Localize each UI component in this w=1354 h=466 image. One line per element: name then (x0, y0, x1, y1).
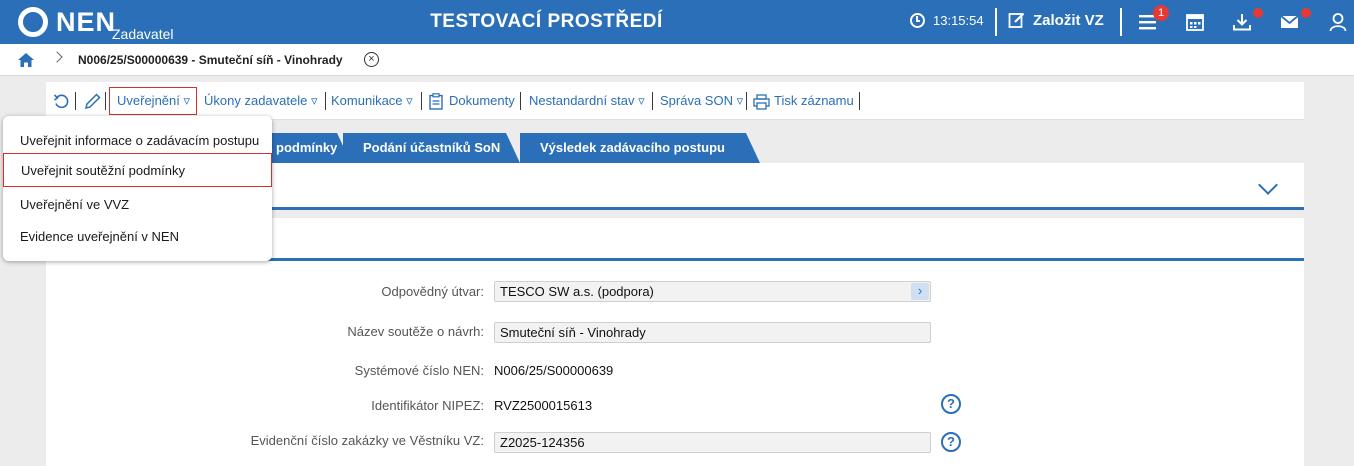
create-tender-label: Založit VZ (1033, 11, 1104, 29)
menu-item-vvz-publication[interactable]: Uveřejnění ve VVZ (3, 188, 272, 222)
divider (995, 8, 997, 36)
session-clock: 13:15:54 (910, 13, 984, 28)
unit-field[interactable]: TESCO SW a.s. (podpora) (494, 281, 931, 302)
user-icon[interactable] (1328, 12, 1350, 32)
menu-documents[interactable]: Dokumenty (449, 93, 515, 108)
field-label-unit: Odpovědný útvar: (381, 284, 484, 299)
lookup-button[interactable]: › (911, 283, 929, 300)
divider (75, 92, 76, 110)
clock-icon (910, 13, 925, 28)
clock-time: 13:15:54 (933, 13, 984, 28)
menu-item-nen-publication-records[interactable]: Evidence uveřejnění v NEN (3, 220, 272, 254)
tab-submissions[interactable]: Podání účastníků SoN (343, 133, 520, 163)
menu-print-record[interactable]: Tisk záznamu (774, 93, 854, 108)
clipboard-icon (429, 93, 443, 110)
divider (652, 92, 653, 110)
edit-icon (1008, 12, 1025, 28)
printer-icon (753, 94, 770, 110)
chevron-right-icon (51, 51, 63, 63)
divider (859, 92, 860, 110)
field-label-system-no: Systémové číslo NEN: (354, 363, 484, 378)
divider (105, 92, 106, 110)
calendar-icon[interactable] (1185, 12, 1207, 32)
divider (325, 92, 326, 110)
mail-icon[interactable] (1280, 12, 1302, 32)
download-alert-dot (1253, 8, 1263, 18)
breadcrumb-title[interactable]: N006/25/S00000639 - Smuteční síň - Vinoh… (78, 53, 343, 67)
menu-publication[interactable]: Uveřejnění ▿ (109, 87, 198, 115)
action-toolbar: Uveřejnění ▿ Úkony zadavatele ▿ Komunika… (46, 82, 1304, 120)
menu-communication[interactable]: Komunikace ▿ (331, 93, 413, 109)
breadcrumb: N006/25/S00000639 - Smuteční síň - Vinoh… (0, 44, 1354, 76)
download-icon[interactable] (1232, 12, 1254, 32)
field-label-nipez: Identifikátor NIPEZ: (371, 398, 484, 413)
notification-badge: 1 (1153, 5, 1169, 21)
tab-procedure-result[interactable]: Výsledek zadávacího postupu (520, 133, 760, 163)
tab-label: podmínky (276, 140, 338, 155)
divider (746, 92, 747, 110)
field-label-vvz: Evidenční číslo zakázky ve Věstníku VZ: (250, 433, 484, 448)
nipez-value: RVZ2500015613 (494, 398, 593, 413)
system-number-value: N006/25/S00000639 (494, 363, 614, 378)
mail-alert-dot (1301, 8, 1311, 18)
help-icon[interactable]: ? (941, 394, 961, 414)
menu-item-publish-tender-conditions[interactable]: Uveřejnit soutěžní podmínky (3, 153, 272, 187)
pencil-icon[interactable] (84, 93, 101, 110)
divider (421, 92, 422, 110)
contest-name-field[interactable]: Smuteční síň - Vinohrady (494, 322, 931, 343)
vvz-number-field[interactable]: Z2025-124356 (494, 432, 931, 453)
menu-contracting-actions[interactable]: Úkony zadavatele ▿ (204, 93, 317, 109)
menu-son-management[interactable]: Správa SON ▿ (660, 93, 743, 109)
help-icon[interactable]: ? (941, 432, 961, 452)
close-icon[interactable]: × (364, 52, 379, 67)
divider (520, 92, 521, 110)
publication-dropdown-menu: Uveřejnit informace o zadávacím postupu … (3, 116, 272, 261)
tab-label: Podání účastníků SoN (363, 140, 501, 155)
field-label-name: Název soutěže o návrh: (347, 324, 484, 339)
home-icon[interactable] (17, 52, 35, 68)
tab-label: Výsledek zadávacího postupu (540, 140, 725, 155)
top-bar: NEN Zadavatel TESTOVACÍ PROSTŘEDÍ 13:15:… (0, 0, 1354, 44)
menu-nonstandard-state[interactable]: Nestandardní stav ▿ (529, 93, 645, 109)
divider (1120, 8, 1122, 36)
refresh-icon[interactable] (53, 93, 70, 110)
create-tender-button[interactable]: Založit VZ (1008, 11, 1104, 29)
